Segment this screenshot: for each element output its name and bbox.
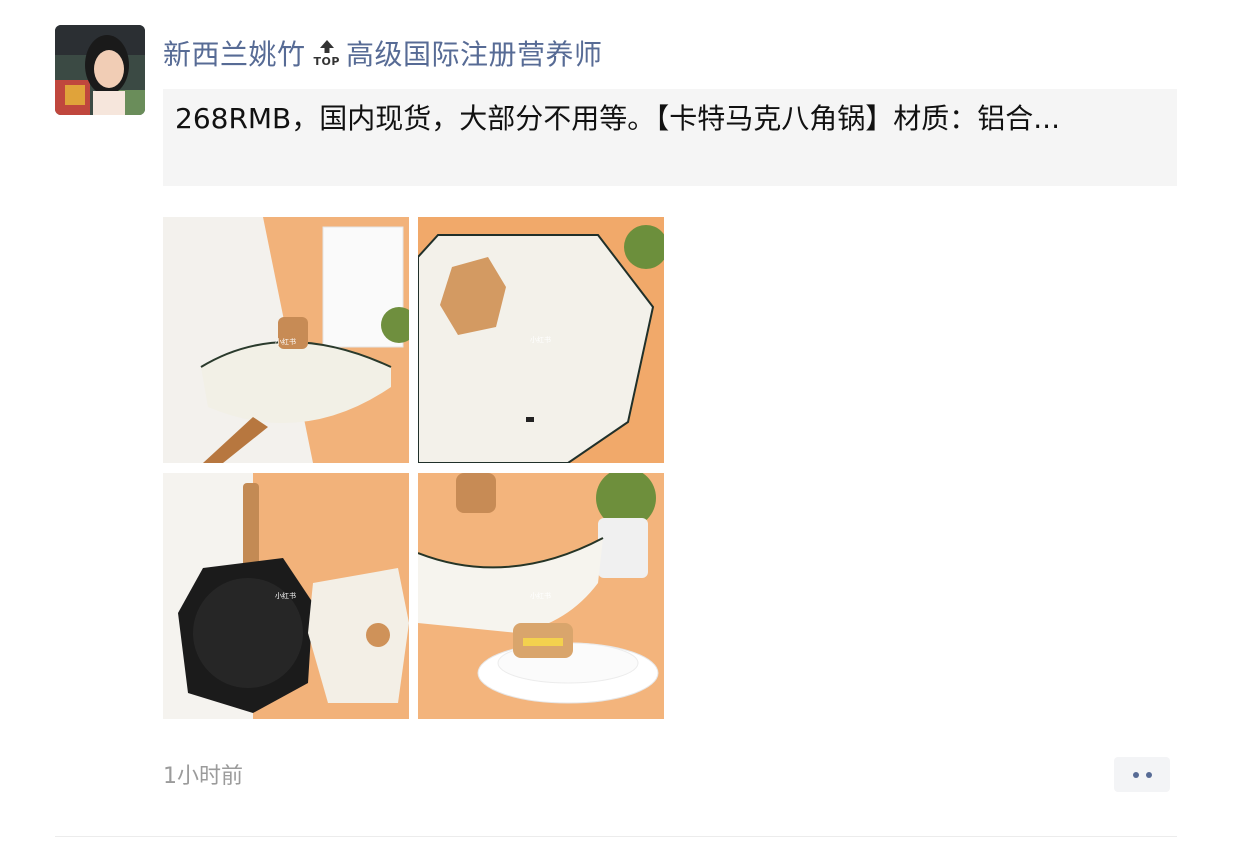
- shared-link-card[interactable]: 268RMB，国内现货，大部分不用等。【卡特马克八角锅】材质：铝合...: [163, 89, 1177, 186]
- shared-link-text: 268RMB，国内现货，大部分不用等。【卡特马克八角锅】材质：铝合...: [175, 102, 1060, 135]
- photo-watermark: 小红书: [530, 335, 551, 344]
- dot: [1145, 771, 1152, 778]
- post-time: 1小时前: [163, 764, 243, 789]
- author-row: 新西兰姚竹 TOP 高级国际注册营养师: [163, 30, 602, 76]
- avatar[interactable]: [55, 25, 145, 115]
- dot: [1132, 771, 1139, 778]
- photo-watermark: 小红书: [275, 591, 296, 600]
- author-title: 高级国际注册营养师: [345, 38, 603, 71]
- post-photo-1[interactable]: 小红书: [163, 217, 409, 463]
- post-photo-2[interactable]: 小红书: [418, 217, 664, 463]
- author-name[interactable]: 新西兰姚竹: [163, 33, 306, 73]
- photo-watermark: 小红书: [275, 337, 296, 346]
- top-badge-label: TOP: [313, 55, 340, 68]
- divider: [55, 836, 1177, 837]
- photo-watermark: 小红书: [530, 591, 551, 600]
- top-badge: TOP: [314, 39, 340, 67]
- post-photo-3[interactable]: 小红书: [163, 473, 409, 719]
- post-photo-4[interactable]: 小红书: [418, 473, 664, 719]
- more-dots-icon[interactable]: [1114, 757, 1170, 792]
